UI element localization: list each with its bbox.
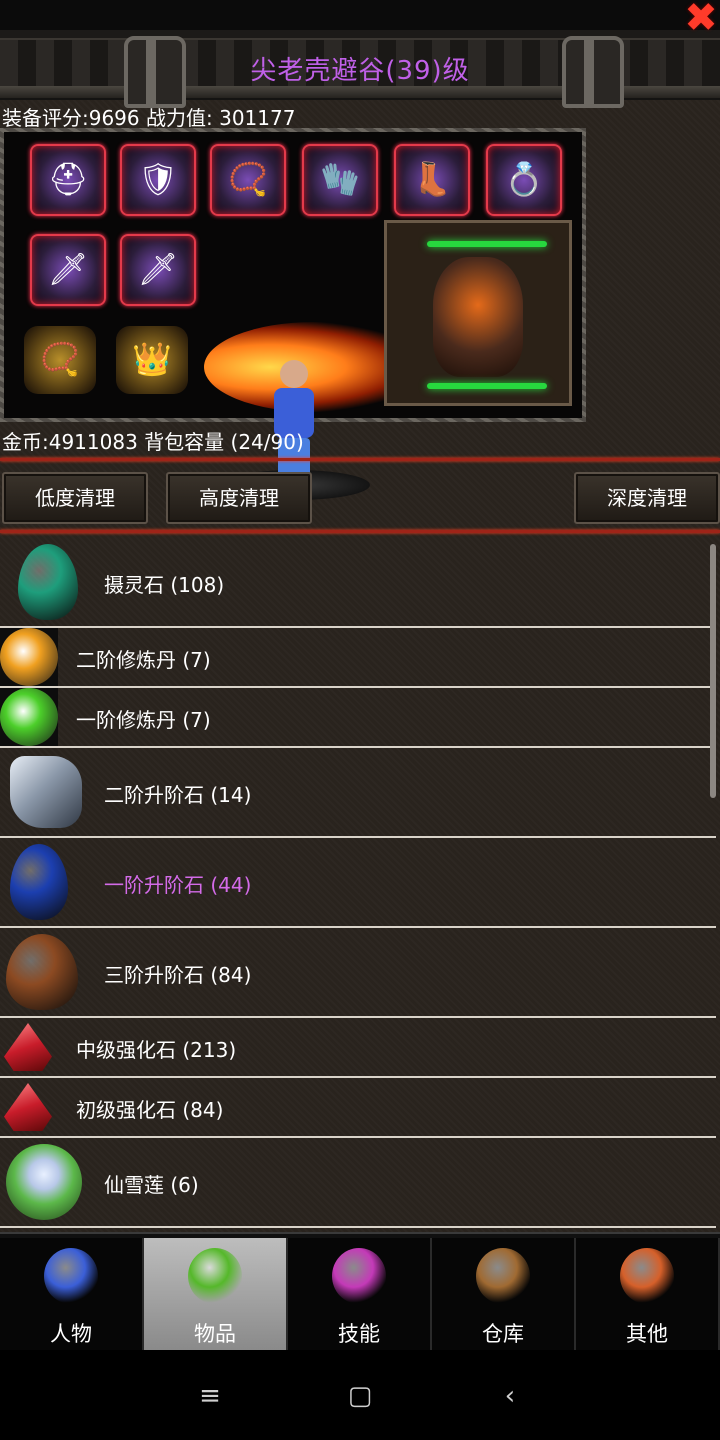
deep-clean-button[interactable]: 深度清理 [574,472,720,524]
skill-orb-icon [332,1248,386,1304]
gold-capacity-line: 金币:4911083 背包容量 (24/90) [2,430,304,454]
list-item[interactable]: 二阶修炼丹 (7) [0,628,716,688]
divider-top [0,458,720,461]
item-label: 初级强化石 (84) [76,1098,224,1122]
item-label: 二阶修炼丹 (7) [76,648,211,672]
list-item[interactable]: 摄灵石 (108) [0,538,716,628]
pet-portrait[interactable] [384,220,572,406]
bottom-tab-bar: 人物 物品 技能 仓库 其他 [0,1232,720,1352]
bracelet-icon: 📿 [40,340,80,378]
bracelet-slot[interactable]: 📿 [24,326,96,394]
weapon-slot-left[interactable]: 🗡 [30,234,106,306]
list-item[interactable]: 中级强化石 (213) [0,1018,716,1078]
item-label: 一阶升阶石 (44) [104,873,252,897]
tab-label: 其他 [626,1322,668,1346]
item-label: 摄灵石 (108) [104,573,225,597]
glove-slot[interactable]: 🧤 [302,144,378,216]
weapon-slot-right[interactable]: 🗡 [120,234,196,306]
treasure-chest-icon [476,1248,530,1304]
character-icon [44,1248,98,1304]
tab-label: 物品 [194,1322,236,1346]
armor-icon: 🛡 [137,160,179,198]
item-label: 一阶修炼丹 (7) [76,708,211,732]
divider-bottom [0,530,720,533]
boots-slot[interactable]: 👢 [394,144,470,216]
sword-emblem-icon [620,1248,674,1304]
tab-label: 人物 [50,1322,92,1346]
close-button[interactable]: ✖ [682,0,720,38]
stats-line: 装备评分:9696 战力值: 301177 [2,106,296,130]
item-label: 二阶升阶石 (14) [104,783,252,807]
list-item[interactable]: 仙雪莲 (6) [0,1138,716,1228]
menu-icon[interactable]: ≡ [190,1378,230,1414]
boots-icon: 👢 [412,160,452,198]
blue-stone-icon [10,844,68,920]
list-item[interactable]: 一阶修炼丹 (7) [0,688,716,748]
list-item[interactable]: 三阶升阶石 (84) [0,928,716,1018]
list-scrollbar[interactable] [710,544,716,798]
system-nav-bar: ≡ ▢ ‹ [0,1350,720,1440]
list-item[interactable]: 一阶升阶石 (44) [0,838,716,928]
inventory-panel: 尖老壳避谷(39)级 ✖ 装备评分:9696 战力值: 301177 ⛑ 🛡 📿… [0,0,720,1352]
item-label: 中级强化石 (213) [76,1038,237,1062]
gray-crystal-icon [10,756,82,828]
tab-character[interactable]: 人物 [0,1238,144,1350]
avatar-head [280,360,308,388]
tab-skill-orb[interactable]: 技能 [288,1238,432,1350]
sword-icon: 🗡 [47,250,89,288]
back-icon[interactable]: ‹ [490,1378,530,1414]
pet-glow-top [427,241,547,247]
lotus-flower-icon [6,1144,82,1220]
green-egg-stone-icon [18,544,78,620]
potion-icon [188,1248,242,1304]
necklace-icon: 📿 [228,160,268,198]
list-item[interactable]: 初级强化石 (84) [0,1078,716,1138]
green-pill-icon [0,688,58,746]
list-item[interactable]: 二阶升阶石 (14) [0,748,716,838]
page-title: 尖老壳避谷(39)级 [250,56,470,86]
item-label: 三阶升阶石 (84) [104,963,252,987]
equipment-box: ⛑ 🛡 📿 🧤 👢 💍 🗡 🗡 📿 👑 [0,128,586,500]
equipment-inner: ⛑ 🛡 📿 🧤 👢 💍 🗡 🗡 📿 👑 [4,132,582,500]
ring-icon: 💍 [504,160,544,198]
orange-pill-icon [0,628,58,686]
helmet-slot[interactable]: ⛑ [30,144,106,216]
ring-slot[interactable]: 💍 [486,144,562,216]
character-avatar [266,360,322,480]
lava-golem-pet [433,257,523,377]
necklace-slot[interactable]: 📿 [210,144,286,216]
tab-treasure-chest[interactable]: 仓库 [432,1238,576,1350]
crown-icon: 👑 [132,340,172,378]
item-list[interactable]: 摄灵石 (108) 二阶修炼丹 (7) 一阶修炼丹 (7) 二阶升阶石 (14) 一阶升… [0,538,716,1230]
item-label: 仙雪莲 (6) [104,1173,199,1197]
red-gem-icon [4,1023,52,1071]
red-gem-icon [4,1083,52,1131]
glove-icon: 🧤 [320,160,360,198]
armor-slot[interactable]: 🛡 [120,144,196,216]
sword-icon: 🗡 [137,250,179,288]
helmet-icon: ⛑ [47,160,89,198]
tab-label: 技能 [338,1322,380,1346]
crown-slot[interactable]: 👑 [116,326,188,394]
low-clean-button[interactable]: 低度清理 [2,472,148,524]
pet-glow-bottom [427,383,547,389]
brown-stone-icon [6,934,78,1010]
tab-potion[interactable]: 物品 [144,1238,288,1350]
tab-label: 仓库 [482,1322,524,1346]
high-clean-button[interactable]: 高度清理 [166,472,312,524]
tab-sword-emblem[interactable]: 其他 [576,1238,720,1350]
home-icon[interactable]: ▢ [340,1378,380,1414]
